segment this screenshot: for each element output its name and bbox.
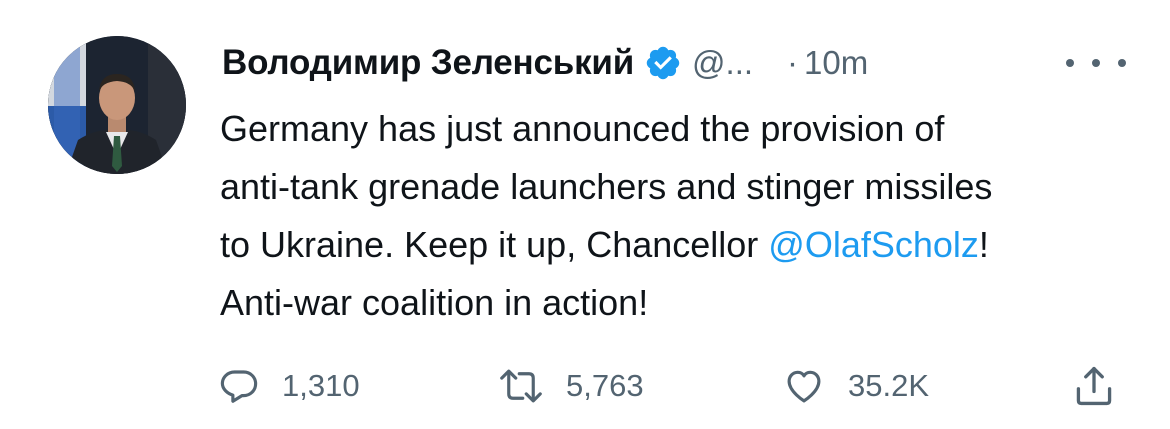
avatar-image: [48, 36, 186, 174]
heart-icon: [787, 370, 821, 403]
author-name[interactable]: Володимир Зеленський: [222, 43, 634, 83]
more-dot: [1066, 59, 1074, 67]
tweet: Володимир Зеленський @... · 10m Germany …: [0, 0, 1170, 429]
more-dot: [1118, 59, 1126, 67]
tweet-text-line: Germany has just announced the provision…: [220, 108, 945, 149]
reply-count: 1,310: [282, 368, 360, 403]
tweet-text-line: anti-tank grenade launchers and stinger …: [220, 166, 993, 207]
action-bar: 1,310 5,763 35.2K: [0, 356, 1170, 416]
tweet-timestamp[interactable]: 10m: [804, 44, 868, 82]
share-icon: [1076, 366, 1112, 406]
reply-button[interactable]: 1,310: [218, 356, 360, 416]
share-button[interactable]: [1072, 356, 1116, 416]
like-button[interactable]: 35.2K: [782, 356, 929, 416]
tweet-text-line: to Ukraine. Keep it up, Chancellor @Olaf…: [220, 216, 1140, 274]
retweet-button[interactable]: 5,763: [498, 356, 644, 416]
more-dot: [1092, 59, 1100, 67]
like-count: 35.2K: [848, 368, 930, 403]
meta-separator: ·: [787, 44, 799, 81]
tweet-text-segment: !: [978, 224, 989, 265]
retweet-icon: [500, 369, 542, 403]
avatar[interactable]: [48, 36, 186, 174]
mention-link[interactable]: @OlafScholz: [768, 224, 979, 265]
tweet-text-line: Anti-war coalition in action!: [220, 282, 649, 323]
author-handle[interactable]: @...: [692, 44, 753, 82]
tweet-text: Germany has just announced the provision…: [220, 100, 1140, 332]
verified-badge-icon: [644, 44, 682, 82]
retweet-count: 5,763: [566, 368, 644, 403]
reply-icon: [220, 370, 258, 403]
tweet-header: Володимир Зеленський @... · 10m: [222, 38, 868, 88]
more-options-icon[interactable]: [1066, 48, 1126, 78]
tweet-text-segment: to Ukraine. Keep it up, Chancellor: [220, 224, 769, 265]
